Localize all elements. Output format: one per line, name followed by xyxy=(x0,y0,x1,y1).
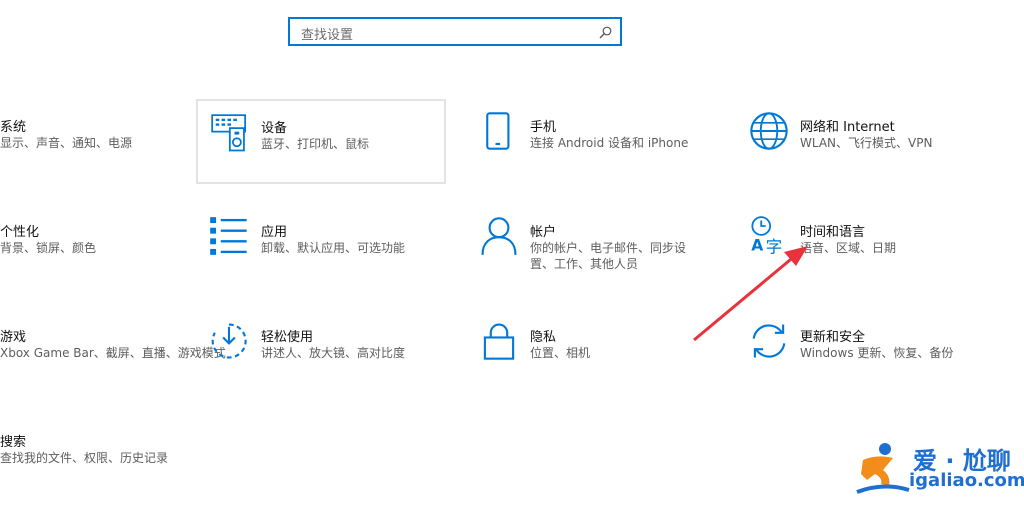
phone-icon xyxy=(486,112,510,150)
tile-title: 设备 xyxy=(261,121,288,136)
devices-icon xyxy=(211,114,246,152)
globe-icon xyxy=(750,112,788,150)
svg-text:字: 字 xyxy=(766,238,783,256)
tile-apps[interactable]: 应用 卸载、默认应用、可选功能 xyxy=(209,216,459,302)
tile-desc: 置、工作、其他人员 xyxy=(530,257,639,271)
tile-devices[interactable]: 设备 蓝牙、打印机、鼠标 xyxy=(196,99,446,184)
tile-desc: 显示、声音、通知、电源 xyxy=(0,136,133,150)
tile-title: 游戏 xyxy=(0,330,27,345)
tile-title: 时间和语言 xyxy=(800,225,866,240)
tile-desc: 查找我的文件、权限、历史记录 xyxy=(0,451,169,465)
tile-desc: 连接 Android 设备和 iPhone xyxy=(530,136,689,150)
tile-title: 更新和安全 xyxy=(800,330,866,345)
tile-desc: 语音、区域、日期 xyxy=(800,241,897,255)
tile-network[interactable]: 网络和 Internet WLAN、飞行模式、VPN xyxy=(749,111,999,197)
tile-ease-of-access[interactable]: 轻松使用 讲述人、放大镜、高对比度 xyxy=(209,321,459,407)
tile-title: 应用 xyxy=(261,225,288,240)
tile-title: 系统 xyxy=(0,120,27,135)
settings-search-input[interactable]: 查找设置 xyxy=(288,17,622,46)
tile-gaming[interactable]: 游戏 Xbox Game Bar、截屏、直播、游戏模式 xyxy=(0,326,226,412)
tile-title: 轻松使用 xyxy=(261,330,314,345)
tile-desc: 你的帐户、电子邮件、同步设 xyxy=(530,241,687,255)
ease-of-access-icon xyxy=(211,323,247,359)
tile-title: 手机 xyxy=(530,120,557,135)
tile-desc: 蓝牙、打印机、鼠标 xyxy=(261,137,370,151)
tile-phone[interactable]: 手机 连接 Android 设备和 iPhone xyxy=(479,111,729,197)
tile-title: 个性化 xyxy=(0,225,40,240)
svg-text:A: A xyxy=(751,236,763,254)
tile-search[interactable]: 搜索 查找我的文件、权限、历史记录 xyxy=(0,431,168,517)
tile-desc: 讲述人、放大镜、高对比度 xyxy=(261,346,406,360)
tile-desc: 卸载、默认应用、可选功能 xyxy=(261,241,406,255)
runner-logo-icon xyxy=(856,443,910,494)
tile-desc: 背景、锁屏、颜色 xyxy=(0,241,97,255)
lock-icon xyxy=(483,323,515,360)
tile-desc: Windows 更新、恢复、备份 xyxy=(800,346,954,360)
tile-desc: Xbox Game Bar、截屏、直播、游戏模式 xyxy=(0,346,226,360)
time-language-icon: A 字 xyxy=(751,216,783,256)
watermark-logo: 爱 · 尬聊 igaliao.com xyxy=(855,438,1024,500)
tile-privacy[interactable]: 隐私 位置、相机 xyxy=(479,321,729,407)
search-magnifier-icon xyxy=(599,26,612,39)
tile-title: 搜索 xyxy=(0,435,27,450)
tile-title: 网络和 Internet xyxy=(800,120,895,135)
tile-desc: 位置、相机 xyxy=(530,346,591,360)
tile-title: 隐私 xyxy=(530,330,557,345)
watermark-en: igaliao.com xyxy=(909,470,1024,491)
search-placeholder: 查找设置 xyxy=(301,28,354,43)
tile-personalization[interactable]: 个性化 背景、锁屏、颜色 xyxy=(0,221,96,307)
sync-icon xyxy=(752,324,786,358)
tile-time-language[interactable]: A 字 时间和语言 语音、区域、日期 xyxy=(749,216,999,302)
tile-system[interactable]: 系统 显示、声音、通知、电源 xyxy=(0,116,132,202)
tile-title: 帐户 xyxy=(530,225,557,240)
tile-update-security[interactable]: 更新和安全 Windows 更新、恢复、备份 xyxy=(749,321,999,407)
tile-accounts[interactable]: 帐户 你的帐户、电子邮件、同步设 置、工作、其他人员 xyxy=(479,216,729,302)
tile-desc: WLAN、飞行模式、VPN xyxy=(800,136,933,150)
apps-list-icon xyxy=(210,217,247,255)
person-icon xyxy=(481,217,517,255)
